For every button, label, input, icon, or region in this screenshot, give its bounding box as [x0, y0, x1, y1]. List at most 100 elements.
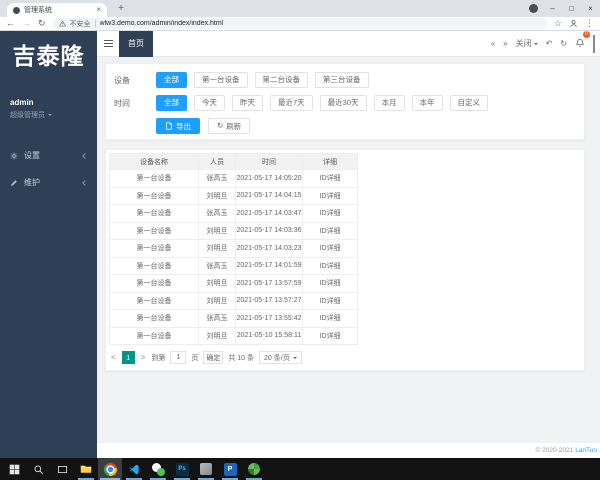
warning-icon	[58, 20, 66, 27]
time-filter-button[interactable]: 全部	[156, 95, 187, 111]
device-filter-button[interactable]: 全部	[156, 72, 187, 88]
close-window-button[interactable]	[581, 0, 600, 17]
tab-home[interactable]: 首页	[119, 30, 153, 57]
user-role-dropdown[interactable]: 超级管理员	[10, 110, 97, 120]
caret-down-icon	[533, 42, 538, 47]
reload-button[interactable]	[38, 19, 46, 28]
sidebar-item-label: 设置	[24, 151, 40, 160]
cell-person: 张高玉	[199, 205, 236, 223]
more-panel-icon[interactable]	[593, 34, 598, 53]
device-filter-options: 全部 第一台设备 第二台设备 第三台设备	[156, 72, 369, 88]
cell-person: 刘明旦	[199, 240, 236, 258]
refresh-button[interactable]: 刷新	[208, 118, 251, 134]
cell-time: 2021-05-17 13:57:27	[236, 292, 303, 310]
cell-time: 2021-05-17 14:01:59	[236, 257, 303, 275]
time-filter-button[interactable]: 今天	[194, 95, 225, 111]
back-button[interactable]	[6, 19, 15, 28]
time-filter-button[interactable]: 本年	[411, 95, 443, 111]
sidebar-item-settings[interactable]: 设置	[0, 142, 97, 169]
data-table: 设备名称 人员 时间 详细 第一台设备 张高玉 2021-05-17 14:05…	[109, 153, 359, 345]
content: 设备 全部 第一台设备 第二台设备 第三台设备 时间 全部 今天 昨天 最近7天…	[97, 57, 600, 458]
time-filter-button[interactable]: 本月	[373, 95, 405, 111]
table-row: 第一台设备 张高玉 2021-05-17 13:55:42 ID详细	[110, 310, 359, 328]
scroll-tabs-right-button[interactable]	[503, 40, 507, 48]
start-button[interactable]	[2, 458, 26, 480]
refresh-page-icon[interactable]	[560, 40, 567, 48]
device-filter-button[interactable]: 第一台设备	[194, 72, 248, 88]
cell-detail: ID详细	[303, 205, 358, 223]
chrome-button[interactable]	[98, 458, 122, 480]
chevron-left-icon	[82, 152, 88, 159]
user-block: admin 超级管理员	[10, 98, 97, 120]
task-view-button[interactable]	[50, 458, 74, 480]
cell-detail: ID详细	[303, 187, 358, 205]
device-filter-button[interactable]: 第三台设备	[315, 72, 369, 88]
profile-icon[interactable]	[569, 19, 578, 28]
bookmark-star-icon[interactable]	[554, 19, 562, 28]
cell-time: 2021-05-17 14:05:20	[236, 170, 303, 188]
hamburger-button[interactable]	[97, 31, 119, 57]
browser-tab-title: 管理系统	[24, 7, 52, 14]
table-row: 第一台设备 刘明旦 2021-05-17 14:04:15 ID详细	[110, 187, 359, 205]
cell-detail: ID详细	[303, 170, 358, 188]
prev-page-button[interactable]: <	[110, 353, 117, 362]
browser-menu-icon[interactable]	[585, 19, 594, 28]
next-page-button[interactable]: >	[140, 353, 147, 362]
photoshop-button[interactable]: Ps	[170, 458, 194, 480]
p-app-button[interactable]: P	[218, 458, 242, 480]
filter-card: 设备 全部 第一台设备 第二台设备 第三台设备 时间 全部 今天 昨天 最近7天…	[105, 63, 585, 140]
taskbar-search-button[interactable]	[26, 458, 50, 480]
table-row: 第一台设备 张高玉 2021-05-17 14:01:59 ID详细	[110, 257, 359, 275]
caret-down-icon	[292, 356, 297, 361]
back-nav-icon[interactable]	[546, 40, 553, 48]
refresh-icon	[217, 122, 223, 130]
file-explorer-button[interactable]	[74, 458, 98, 480]
table-row: 第一台设备 张高玉 2021-05-17 14:05:20 ID详细	[110, 170, 359, 188]
browser-tab[interactable]: 管理系统	[7, 3, 107, 17]
close-tabs-label: 关闭	[515, 39, 532, 48]
minimize-button[interactable]	[543, 0, 562, 17]
gray-app-button[interactable]	[194, 458, 218, 480]
forward-button[interactable]	[22, 19, 31, 28]
confirm-page-button[interactable]: 确定	[203, 351, 224, 364]
time-filter-button[interactable]: 最近30天	[319, 95, 367, 111]
vscode-button[interactable]	[122, 458, 146, 480]
device-filter-button[interactable]: 第二台设备	[254, 72, 308, 88]
wechat-icon	[151, 462, 165, 476]
user-role-label: 超级管理员	[10, 112, 45, 119]
notification-badge: 0	[583, 30, 590, 38]
scroll-tabs-left-button[interactable]	[491, 40, 495, 48]
maximize-button[interactable]	[562, 0, 581, 17]
export-button[interactable]: 导出	[156, 118, 200, 134]
export-icon	[166, 122, 172, 130]
panel-icon	[593, 34, 595, 53]
cell-person: 刘明旦	[199, 275, 236, 293]
close-tabs-dropdown[interactable]: 关闭	[516, 38, 538, 49]
cell-device-name: 第一台设备	[110, 170, 199, 188]
start-icon	[9, 464, 19, 474]
time-filter-button[interactable]: 昨天	[232, 95, 263, 111]
wechat-button[interactable]	[146, 458, 170, 480]
sidebar-item-maintenance[interactable]: 维护	[0, 169, 97, 196]
cell-device-name: 第一台设备	[110, 240, 199, 258]
table-row: 第一台设备 刘明旦 2021-05-17 13:57:27 ID详细	[110, 292, 359, 310]
goto-page-input[interactable]	[170, 351, 187, 364]
page-size-select[interactable]: 20 条/页	[259, 351, 302, 364]
app-logo: 吉泰隆	[12, 44, 85, 69]
table-row: 第一台设备 刘明旦 2021-05-17 13:57:59 ID详细	[110, 275, 359, 293]
address-bar[interactable]: 不安全 wlw3.demo.com/admin/index/index.html	[52, 18, 547, 29]
titlebar-circle-icon[interactable]	[529, 4, 538, 13]
time-filter-button[interactable]: 最近7天	[270, 95, 313, 111]
current-page-button[interactable]: 1	[121, 351, 135, 364]
notification-bell[interactable]: 0	[575, 30, 590, 53]
green-app-icon	[248, 463, 260, 475]
green-app-button[interactable]	[242, 458, 266, 480]
brand-link[interactable]: LanTuo	[575, 447, 597, 454]
table-header-row: 设备名称 人员 时间 详细	[110, 154, 359, 170]
cell-device-name: 第一台设备	[110, 310, 199, 328]
cell-detail: ID详细	[303, 222, 358, 240]
cell-detail: ID详细	[303, 240, 358, 258]
time-filter-button[interactable]: 自定义	[449, 95, 489, 111]
tab-close-icon[interactable]	[96, 6, 101, 14]
new-tab-button[interactable]	[114, 2, 128, 16]
